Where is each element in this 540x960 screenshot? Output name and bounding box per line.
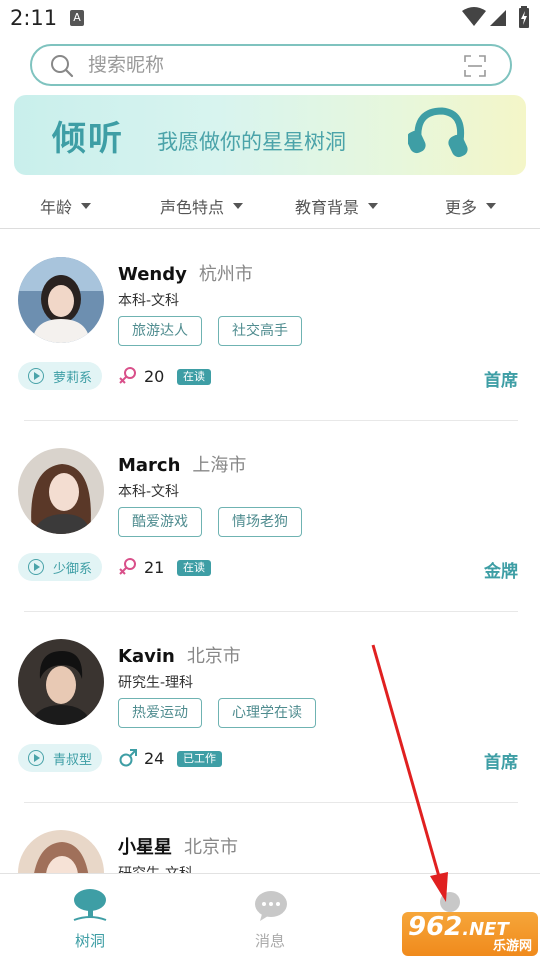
- cellular-icon: [490, 10, 506, 26]
- banner[interactable]: 倾听 我愿做你的星星树洞: [14, 95, 526, 175]
- listener-name: 小星星 北京市: [118, 837, 238, 858]
- listener-name: March 上海市: [118, 455, 247, 476]
- listener-tag: 社交高手: [218, 316, 302, 346]
- voice-type-label: 萝莉系: [53, 371, 93, 386]
- play-icon: [28, 559, 44, 575]
- caret-down-icon: [486, 203, 497, 209]
- filter-more[interactable]: 更多: [445, 194, 497, 218]
- watermark-sub: 乐游网: [492, 939, 532, 954]
- female-icon: [119, 558, 136, 575]
- filter-label: 更多: [445, 198, 478, 217]
- scan-icon[interactable]: [464, 55, 486, 77]
- search-icon: [51, 55, 74, 78]
- banner-title: 倾听: [52, 119, 124, 159]
- voice-play-button[interactable]: 萝莉系: [18, 362, 102, 390]
- voice-play-button[interactable]: 少御系: [18, 553, 102, 581]
- listener-tag: 心理学在读: [218, 698, 316, 728]
- avatar[interactable]: [18, 257, 104, 343]
- status-badge: 已工作: [177, 751, 222, 767]
- nav-tab-treehole[interactable]: 树洞: [0, 874, 180, 960]
- avatar[interactable]: [18, 830, 104, 873]
- listener-tag: 旅游达人: [118, 316, 202, 346]
- caret-down-icon: [233, 203, 244, 209]
- listener-card[interactable]: 小星星北京市 研究生-文科: [0, 803, 540, 873]
- rank-label: 首席: [484, 371, 518, 391]
- listener-age: 24: [144, 749, 165, 768]
- listener-name: Wendy 杭州市: [118, 264, 253, 285]
- listener-card[interactable]: March 上海市 本科-文科 酷爱游戏 情场老狗 少御系 21 在读 金牌: [0, 421, 540, 611]
- play-icon: [28, 368, 44, 384]
- filter-label: 年龄: [40, 198, 73, 217]
- banner-subtitle: 我愿做你的星星树洞: [157, 130, 346, 154]
- voice-type-label: 青叔型: [53, 753, 93, 768]
- watermark-logo: 962.NET 乐游网: [402, 912, 538, 956]
- filter-label: 声色特点: [160, 198, 225, 217]
- filter-age[interactable]: 年龄: [40, 194, 92, 218]
- rank-label: 首席: [484, 753, 518, 773]
- chat-bubble-icon: [255, 891, 287, 921]
- headphones-icon: [408, 107, 468, 158]
- listener-tag: 情场老狗: [218, 507, 302, 537]
- avatar[interactable]: [18, 448, 104, 534]
- rank-label: 金牌: [484, 562, 518, 582]
- status-badge: 在读: [177, 560, 211, 576]
- listener-card[interactable]: Wendy 杭州市 本科-文科 旅游达人 社交高手 萝莉系 20 在读 首席: [0, 230, 540, 420]
- listener-education: 本科-文科: [118, 484, 180, 500]
- filter-label: 教育背景: [295, 198, 360, 217]
- status-time: 2:11: [10, 6, 58, 30]
- listener-city: 北京市: [184, 837, 238, 858]
- tree-icon: [73, 889, 107, 921]
- battery-icon: [519, 6, 529, 28]
- listener-city: 上海市: [192, 455, 247, 476]
- listener-education: 研究生-理科: [118, 675, 194, 691]
- search-bar[interactable]: [30, 44, 512, 86]
- listener-education: 本科-文科: [118, 293, 180, 309]
- notification-icon: A: [70, 10, 84, 26]
- wifi-icon: [462, 7, 486, 26]
- listener-age: 21: [144, 558, 165, 577]
- listener-card[interactable]: Kavin 北京市 研究生-理科 热爱运动 心理学在读 青叔型 24 已工作 首席: [0, 612, 540, 802]
- voice-play-button[interactable]: 青叔型: [18, 744, 102, 772]
- filter-bar: 年龄 声色特点 教育背景 更多: [0, 186, 540, 226]
- listener-tag: 热爱运动: [118, 698, 202, 728]
- status-badge: 在读: [177, 369, 211, 385]
- listener-tag: 酷爱游戏: [118, 507, 202, 537]
- play-icon: [28, 750, 44, 766]
- listener-name: Kavin 北京市: [118, 646, 241, 667]
- listener-age: 20: [144, 367, 165, 386]
- voice-type-label: 少御系: [53, 562, 93, 577]
- listener-education: 研究生-文科: [118, 863, 193, 873]
- nav-label: 消息: [254, 932, 285, 950]
- profile-icon: [440, 892, 460, 912]
- listener-city: 北京市: [186, 646, 241, 667]
- caret-down-icon: [368, 203, 379, 209]
- male-icon: [119, 749, 137, 767]
- listener-city: 杭州市: [198, 264, 253, 285]
- status-bar: 2:11 A: [0, 0, 540, 38]
- nav-tab-messages[interactable]: 消息: [180, 874, 360, 960]
- nav-label: 树洞: [74, 932, 105, 950]
- search-input[interactable]: [88, 52, 448, 78]
- avatar[interactable]: [18, 639, 104, 725]
- caret-down-icon: [81, 203, 92, 209]
- filter-education[interactable]: 教育背景: [295, 194, 379, 218]
- female-icon: [119, 367, 136, 384]
- filter-voice[interactable]: 声色特点: [160, 194, 244, 218]
- divider: [0, 228, 540, 229]
